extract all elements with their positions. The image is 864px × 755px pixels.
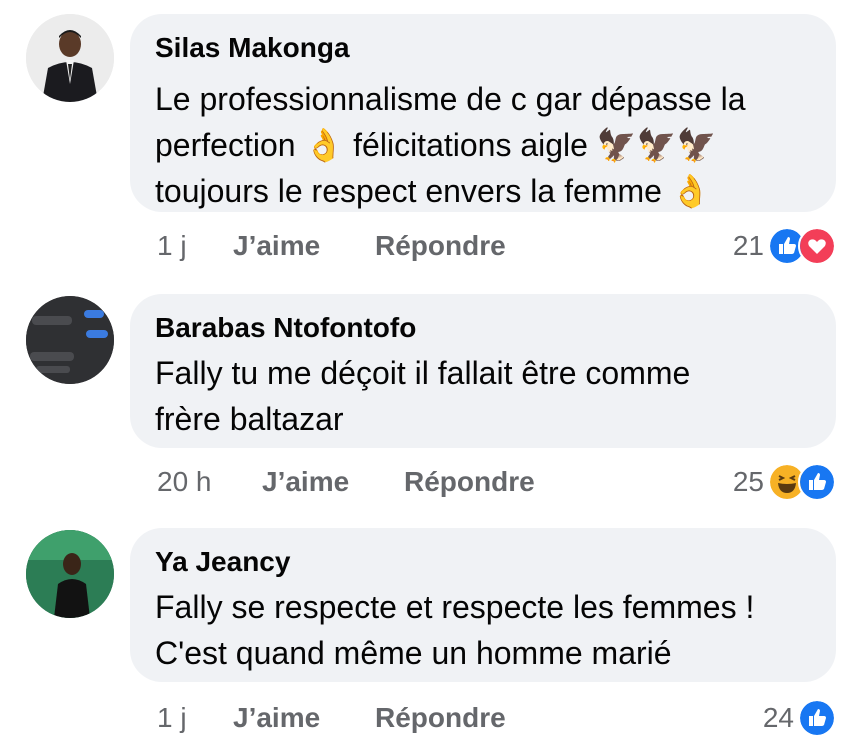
reaction-count: 25 [732, 466, 764, 497]
comment-line: Fally tu me déçoit il fallait être comme [155, 355, 691, 391]
comment-line: C'est quand même un homme marié [155, 635, 672, 671]
comment-text: Le professionnalisme de c gar dépasse la… [155, 76, 825, 214]
avatar[interactable] [26, 530, 114, 618]
comment-author[interactable]: Barabas Ntofontofo [155, 312, 416, 344]
reactions-summary[interactable]: 21 [732, 227, 836, 265]
comment-line: Le professionnalisme de c gar dépasse la [155, 81, 746, 117]
comment-line: perfection 👌 félicitations aigle 🦅🦅🦅 [155, 127, 717, 163]
comment-author[interactable]: Ya Jeancy [155, 546, 290, 578]
comment-line: frère baltazar [155, 401, 344, 437]
avatar[interactable] [26, 14, 114, 102]
avatar[interactable] [26, 296, 114, 384]
comment-bubble: Barabas Ntofontofo Fally tu me déçoit il… [130, 294, 836, 448]
comment-line: toujours le respect envers la femme 👌 [155, 173, 711, 209]
reactions-summary[interactable]: 24 [762, 699, 836, 737]
reactions-summary[interactable]: 25 [732, 463, 836, 501]
reaction-count: 21 [732, 230, 764, 261]
like-reaction-icon [798, 699, 836, 737]
reaction-count: 24 [762, 702, 794, 733]
like-button[interactable]: J’aime [233, 230, 320, 262]
reply-button[interactable]: Répondre [375, 230, 506, 262]
love-reaction-icon [798, 227, 836, 265]
comment-time[interactable]: 1 j [157, 702, 187, 734]
like-reaction-icon [798, 463, 836, 501]
reply-button[interactable]: Répondre [404, 466, 535, 498]
comment-time[interactable]: 1 j [157, 230, 187, 262]
avatar-photo [26, 14, 114, 102]
reply-button[interactable]: Répondre [375, 702, 506, 734]
comment-text: Fally tu me déçoit il fallait être comme… [155, 350, 825, 442]
like-button[interactable]: J’aime [233, 702, 320, 734]
comment-line: Fally se respecte et respecte les femmes… [155, 589, 755, 625]
like-button[interactable]: J’aime [262, 466, 349, 498]
comment-author[interactable]: Silas Makonga [155, 32, 350, 64]
comment-text: Fally se respecte et respecte les femmes… [155, 584, 825, 676]
comment-time[interactable]: 20 h [157, 466, 212, 498]
avatar-photo [26, 296, 114, 384]
comment-bubble: Ya Jeancy Fally se respecte et respecte … [130, 528, 836, 682]
avatar-photo [26, 530, 114, 618]
comment-bubble: Silas Makonga Le professionnalisme de c … [130, 14, 836, 212]
